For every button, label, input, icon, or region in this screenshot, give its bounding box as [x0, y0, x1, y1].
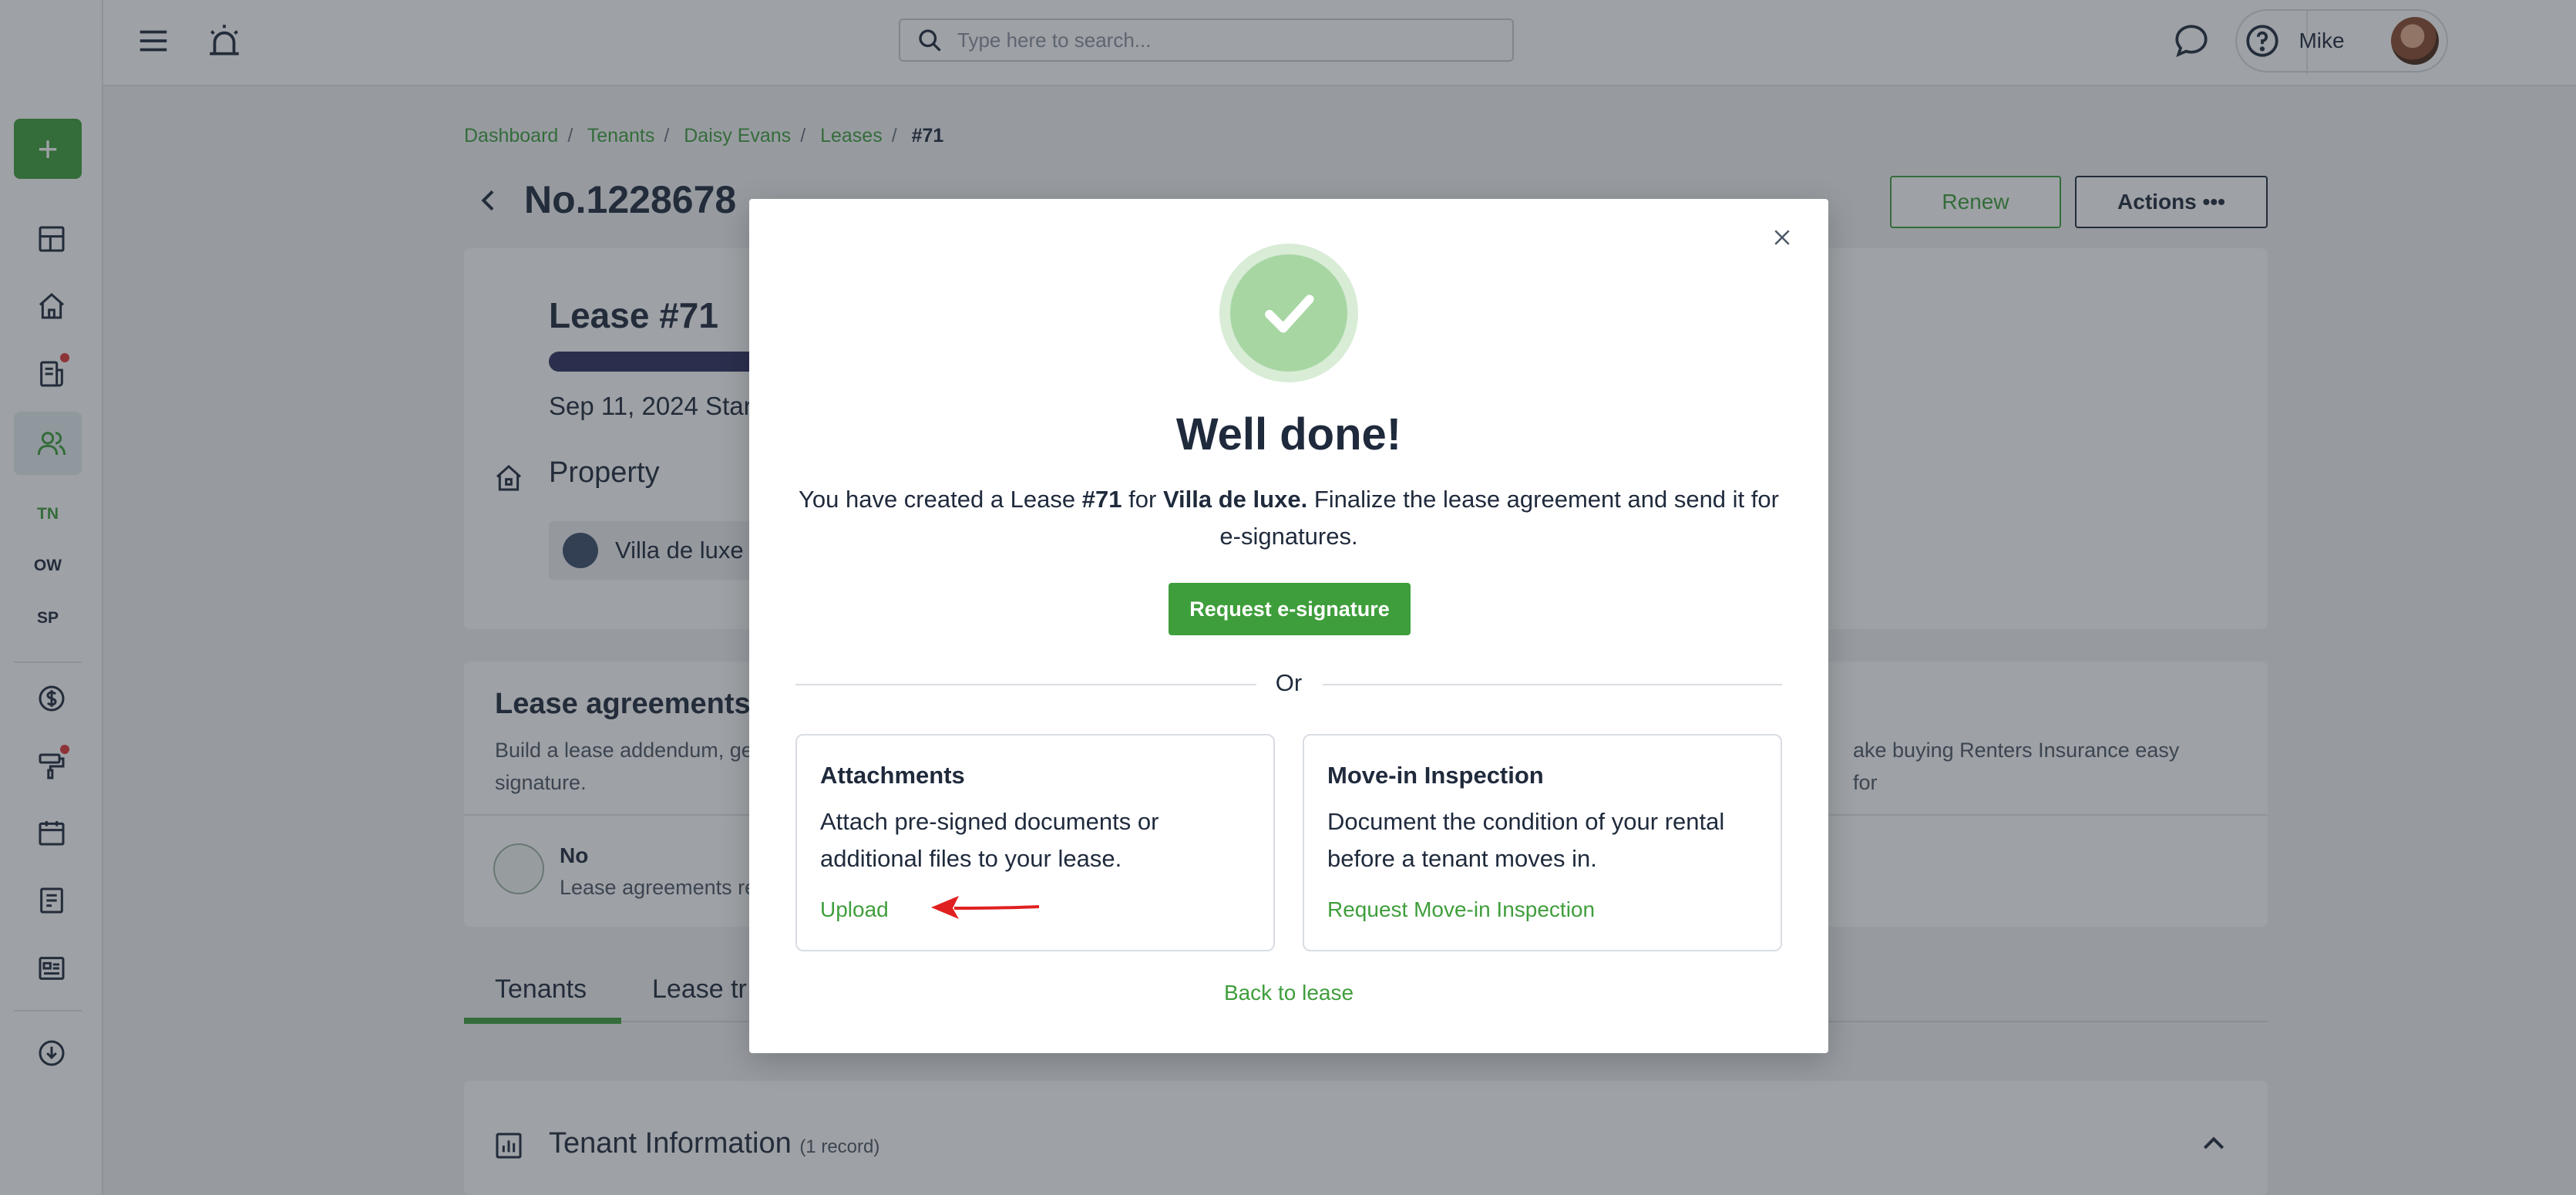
- inspection-description: Document the condition of your rental be…: [1327, 808, 1725, 872]
- checkmark-icon: [1230, 254, 1347, 372]
- success-modal: Well done! You have created a Lease #71 …: [749, 199, 1828, 1053]
- divider: [1323, 684, 1782, 685]
- upload-link[interactable]: Upload: [820, 897, 889, 922]
- request-inspection-link[interactable]: Request Move-in Inspection: [1327, 897, 1595, 922]
- modal-title: Well done!: [1175, 409, 1402, 459]
- msg-for: for: [1128, 486, 1157, 513]
- annotation-arrow-icon: [931, 896, 1040, 919]
- attachments-description: Attach pre-signed documents or additiona…: [820, 808, 1159, 872]
- or-separator: Or: [1275, 669, 1303, 696]
- back-to-lease-link[interactable]: Back to lease: [749, 981, 1828, 1005]
- msg-prefix: You have created a Lease: [799, 486, 1076, 513]
- msg-property: Villa de luxe.: [1162, 486, 1308, 513]
- modal-message: You have created a Lease #71 for Villa d…: [795, 481, 1782, 555]
- request-esignature-button[interactable]: Request e-signature: [1169, 583, 1411, 635]
- back-to-lease-label: Back to lease: [1223, 981, 1354, 1005]
- move-in-inspection-card: Move-in Inspection Document the conditio…: [1303, 734, 1782, 951]
- attachments-card: Attachments Attach pre-signed documents …: [795, 734, 1275, 951]
- inspection-title: Move-in Inspection: [1327, 762, 1544, 789]
- close-icon[interactable]: [1767, 222, 1797, 253]
- attachments-title: Attachments: [820, 762, 965, 789]
- msg-lease: #71: [1081, 486, 1122, 513]
- success-badge: [1219, 244, 1358, 382]
